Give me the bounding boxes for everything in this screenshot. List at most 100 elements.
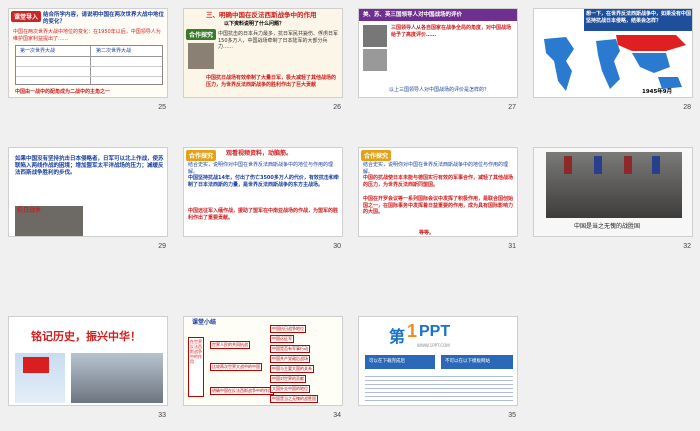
- table-right-label: 第二次世界大战: [96, 48, 132, 54]
- slide-number: 26: [333, 104, 341, 111]
- map-americas: [544, 37, 574, 91]
- slide-number: 29: [158, 243, 166, 250]
- flag: [652, 156, 660, 174]
- slide-title: 想一下，在世界反法西斯战争中，如果没有中国坚持抗战日本侵略，结果会怎样？: [586, 11, 692, 24]
- table-left-label: 第一次世界大战: [20, 48, 56, 54]
- slide-badge: 合作探究: [361, 150, 392, 161]
- slide-conclusion: 中国抗日战场有效牵制了大量日军，极大减轻了其他战场的压力，为世界反法西斯战争的胜…: [206, 75, 337, 88]
- flag: [594, 156, 602, 174]
- leader-photo: [363, 25, 387, 47]
- flag: [624, 156, 632, 174]
- slide-body: 中国抗击的日本兵力最多，抗日军民共毙伤、俘虏日军150多万人，中国战场牵制了日本…: [218, 31, 339, 50]
- map-ussr: [616, 35, 686, 51]
- flag: [564, 156, 572, 174]
- slide-thumb-31[interactable]: 合作探究 结合史实，说明你对中国在世界反法西斯战争中的地位与作用的理解。 中国的…: [358, 147, 518, 262]
- slide-preview: 三、明确中国在反法西斯战争中的作用 以下资料说明了什么问题？ 合作探究 中国抗击…: [183, 8, 343, 98]
- slide-preview: 想一下，在世界反法西斯战争中，如果没有中国坚持抗战日本侵略，结果会怎样？ 194…: [533, 8, 693, 98]
- summary-leaf: 中国远征军: [270, 335, 294, 343]
- slide-thumb-30[interactable]: 合作探究 观看视频资料，动脑筋。 结合史实，说明你对中国在世界反法西斯战争中的地…: [183, 147, 343, 262]
- slide-preview: 合作探究 结合史实，说明你对中国在世界反法西斯战争中的地位与作用的理解。 中国的…: [358, 147, 518, 237]
- table-divider: [90, 46, 91, 84]
- flag: [23, 357, 49, 373]
- summary-leaf: 中国与主要大国的关系: [270, 365, 314, 373]
- slide-title: 铭记历史，振兴中华！: [31, 331, 141, 343]
- slide-thumb-29[interactable]: 如果中国没有坚持抗击日本侵略者，日军可以北上作战，使苏联陷入两线作战的困境；增加…: [8, 147, 168, 262]
- summary-leaf: 中国抗日战争地位: [270, 325, 306, 333]
- slide-para: 中国的抗战使日本未能与德国实行有效的军事合作，减轻了其他战场的压力，为世界反法西…: [363, 175, 514, 188]
- table-rule: [16, 56, 162, 57]
- world-map: [544, 35, 686, 91]
- slide-badge: 合作探究: [186, 29, 217, 40]
- slide-para: 中国在开罗会议等一系列国际会议中发挥了积极作用，是联合国创始国之一，在国际事务中…: [363, 196, 514, 215]
- slide-number: 30: [333, 243, 341, 250]
- slide-thumb-28[interactable]: 想一下，在世界反法西斯战争中，如果没有中国坚持抗战日本侵略，结果会怎样？ 194…: [533, 8, 693, 123]
- slide-title: 三、明确中国在反法西斯战争中的作用: [206, 11, 317, 19]
- slide-number: 32: [683, 243, 691, 250]
- slide-badge: 合作探究: [186, 150, 217, 161]
- slide-preview: 中国是当之无愧的战胜国: [533, 147, 693, 237]
- slide-number: 28: [683, 104, 691, 111]
- slide-preview: 铭记历史，振兴中华！: [8, 316, 168, 406]
- summary-leaf: 中国是当之无愧的战胜国: [270, 395, 318, 403]
- slide-thumb-34[interactable]: 课堂小结 在世界反法西斯战争中的作用 世界人民的共同抗战 比较两次世界大战中的中…: [183, 316, 343, 431]
- slide-para: 中国坚持抗战14年，付出了伤亡3500多万人的代价，有效抗击和牵制了日本法西斯的…: [188, 175, 339, 188]
- logo-text: 1: [407, 321, 418, 341]
- table-rule: [16, 76, 162, 77]
- slide-preview: 课堂导入 结合所学内容，请说明中国在两次世界大战中地位的变化？ 中国在两次世界大…: [8, 8, 168, 98]
- map-europe-africa: [596, 39, 620, 89]
- slide-tail: 等等。: [419, 230, 435, 236]
- parade-photo: [71, 353, 163, 403]
- slide-para: 中国远征军入缅作战，援助了盟军在中南亚战场的作战，为盟军的胜利作出了重要贡献。: [188, 208, 339, 221]
- slide-body: 如果中国没有坚持抗击日本侵略者，日军可以北上作战，使苏联陷入两线作战的困境；增加…: [15, 156, 164, 176]
- summary-mid: 比较两次世界大战中的中国: [210, 363, 262, 371]
- slide-preview: 第 1 PPT WWW.1PPT.COM 可以在下载完成后 不可以在以下模板网站: [358, 316, 518, 406]
- slide-body: 三国领导人从各自国家在战争全局的角度，对中国战场给予了高度评价……: [391, 25, 512, 38]
- slide-question: 以上三国领导人对中国战场的评价是怎样的？: [389, 87, 490, 93]
- map-australia: [658, 77, 682, 89]
- slide-number: 27: [508, 104, 516, 111]
- summary-leaf: 中国对世界的贡献: [270, 375, 306, 383]
- slide-title: 课堂小结: [192, 319, 217, 326]
- slide-preview: 美、苏、英三国领导人对中国战场的评价 三国领导人从各自国家在战争全局的角度，对中…: [358, 8, 518, 98]
- logo-text: PPT: [419, 323, 451, 340]
- slide-thumb-35[interactable]: 第 1 PPT WWW.1PPT.COM 可以在下载完成后 不可以在以下模板网站…: [358, 316, 518, 431]
- summary-mid: 明确中国在反法西斯战争中的作用: [210, 387, 274, 395]
- comparison-table: 第一次世界大战 第二次世界大战: [15, 45, 163, 85]
- summary-root: 在世界反法西斯战争中的作用: [190, 339, 202, 364]
- slide-subtitle: 以下资料说明了什么问题？: [224, 21, 285, 27]
- notice-text: 不可以在以下模板网站: [445, 359, 490, 364]
- summary-leaf: 中国共产党敌后战场: [270, 355, 310, 363]
- table-rule: [16, 66, 162, 67]
- slide-preview: 课堂小结 在世界反法西斯战争中的作用 世界人民的共同抗战 比较两次世界大战中的中…: [183, 316, 343, 406]
- photo-caption: 中国是当之无愧的战胜国: [574, 223, 641, 230]
- slide-number: 34: [333, 412, 341, 419]
- slide-badge: 课堂导入: [11, 11, 42, 22]
- summary-mid: 世界人民的共同抗战: [210, 341, 250, 349]
- slide-question: 结合所学内容，请说明中国在两次世界大战中地位的变化？: [43, 12, 165, 25]
- slide-number: 25: [158, 104, 166, 111]
- slide-thumb-26[interactable]: 三、明确中国在反法西斯战争中的作用 以下资料说明了什么问题？ 合作探究 中国抗击…: [183, 8, 343, 123]
- slide-question: 结合史实，说明你对中国在世界反法西斯战争中的地位与作用的理解。: [188, 162, 334, 175]
- slide-number: 33: [158, 412, 166, 419]
- slide-title: 美、苏、英三国领导人对中国战场的评价: [363, 12, 463, 18]
- logo-text: 第: [389, 329, 406, 346]
- slide-heading: 观看视频资料，动脑筋。: [226, 150, 293, 157]
- slide-number: 31: [508, 243, 516, 250]
- slide-preview: 合作探究 观看视频资料，动脑筋。 结合史实，说明你对中国在世界反法西斯战争中的地…: [183, 147, 343, 237]
- leader-photo: [363, 49, 387, 71]
- photo-placeholder: [188, 43, 214, 69]
- slide-thumb-27[interactable]: 美、苏、英三国领导人对中国战场的评价 三国领导人从各自国家在战争全局的角度，对中…: [358, 8, 518, 123]
- logo-tagline: WWW.1PPT.COM: [417, 343, 450, 348]
- slide-thumb-33[interactable]: 铭记历史，振兴中华！ 33: [8, 316, 168, 431]
- slide-conclusion: 中国由一战中的配角成为二战中的主角之一: [15, 89, 111, 95]
- slide-thumb-32[interactable]: 中国是当之无愧的战胜国 32: [533, 147, 693, 262]
- link-list: [365, 373, 513, 403]
- map-asia: [632, 53, 670, 73]
- slide-text: 中国在两次世界大战中地位的变化：在1950年以后，中国领导人为维护国家利益提出了…: [13, 29, 161, 42]
- slide-number: 35: [508, 412, 516, 419]
- slide-preview: 如果中国没有坚持抗击日本侵略者，日军可以北上作战，使苏联陷入两线作战的困境；增加…: [8, 147, 168, 237]
- photo-label: 抗日战争: [17, 207, 42, 214]
- slide-thumb-25[interactable]: 课堂导入 结合所学内容，请说明中国在两次世界大战中地位的变化？ 中国在两次世界大…: [8, 8, 168, 123]
- summary-leaf: 大国外交中国的地位: [270, 385, 310, 393]
- notice-text: 可以在下载完成后: [369, 359, 405, 364]
